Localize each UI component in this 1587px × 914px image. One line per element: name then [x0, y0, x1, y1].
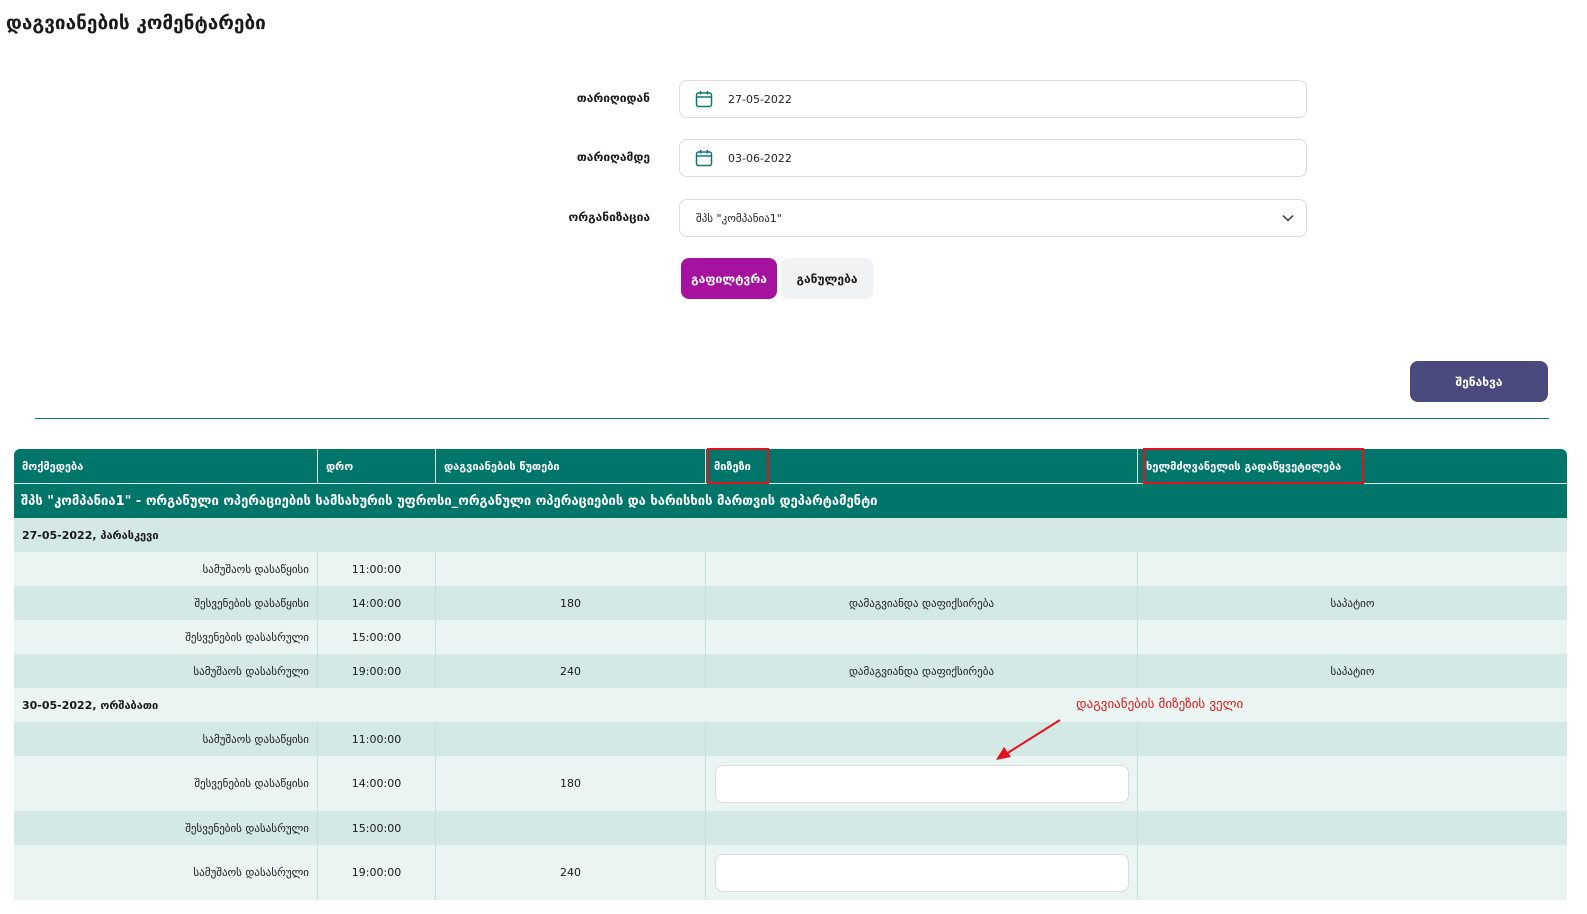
organization-header-row: შპს "კომპანია1" - ორგანული ოპერაციების ს… [14, 483, 1567, 518]
column-header-reason: მიზეზი [706, 449, 1138, 483]
comments-table: მოქმედება დრო დაგვიანების წუთები მიზეზი … [14, 449, 1567, 900]
reason-input[interactable] [714, 764, 1129, 803]
column-header-minutes: დაგვიანების წუთები [436, 449, 706, 483]
date-to-field[interactable] [679, 139, 1307, 177]
date-to-label: თარიღამდე [576, 150, 650, 164]
reason-cell [706, 845, 1138, 900]
column-header-action: მოქმედება [14, 449, 318, 483]
table-row: შესვენების დასასრული 15:00:00 [14, 811, 1567, 845]
time-cell: 15:00:00 [318, 811, 436, 845]
date-from-input[interactable] [726, 91, 1230, 107]
organization-select[interactable]: შპს "კომპანია1" [679, 199, 1307, 237]
decision-cell: საპატიო [1330, 596, 1375, 610]
organization-selected-value: შპს "კომპანია1" [696, 211, 782, 225]
table-row: სამუშაოს დასაწყისი 11:00:00 [14, 552, 1567, 586]
table-row: სამუშაოს დასასრული 19:00:00 240 [14, 845, 1567, 900]
date-group-row: 30-05-2022, ორშაბათი [14, 688, 1567, 722]
highlight-box-reason [707, 448, 769, 484]
minutes-cell: 240 [436, 845, 706, 900]
decision-cell [1138, 620, 1567, 654]
decision-cell: საპატიო [1330, 664, 1375, 678]
table-row: სამუშაოს დასასრული 19:00:00 240 დამაგვია… [14, 654, 1567, 688]
time-cell: 14:00:00 [318, 586, 436, 620]
calendar-icon[interactable] [694, 89, 714, 109]
table-row: შესვენების დასაწყისი 14:00:00 180 დამაგვ… [14, 586, 1567, 620]
date-to-input[interactable] [726, 150, 1230, 166]
decision-cell [1138, 552, 1567, 586]
action-cell: სამუშაოს დასაწყისი [14, 722, 318, 756]
minutes-cell [436, 552, 706, 586]
reason-cell [706, 811, 1138, 845]
decision-cell [1138, 811, 1567, 845]
reason-input[interactable] [714, 853, 1129, 892]
time-cell: 19:00:00 [318, 845, 436, 900]
time-cell: 19:00:00 [318, 654, 436, 688]
divider [35, 418, 1549, 419]
decision-cell [1138, 722, 1567, 756]
chevron-down-icon [1282, 212, 1294, 224]
action-cell: სამუშაოს დასასრული [14, 845, 318, 900]
time-cell: 14:00:00 [318, 756, 436, 811]
minutes-cell: 180 [436, 586, 706, 620]
minutes-cell [436, 811, 706, 845]
date-from-field[interactable] [679, 80, 1307, 118]
organization-label: ორგანიზაცია [568, 210, 650, 224]
calendar-icon[interactable] [694, 148, 714, 168]
time-cell: 11:00:00 [318, 552, 436, 586]
reason-cell: დამაგვიანდა დაფიქსირება [706, 586, 1138, 620]
filter-button[interactable]: გაფილტვრა [681, 258, 777, 299]
reason-cell [706, 552, 1138, 586]
reason-cell [706, 756, 1138, 811]
action-cell: სამუშაოს დასაწყისი [14, 552, 318, 586]
action-cell: შესვენების დასასრული [14, 620, 318, 654]
action-cell: შესვენების დასასრული [14, 811, 318, 845]
action-cell: შესვენების დასაწყისი [14, 756, 318, 811]
table-row: სამუშაოს დასაწყისი 11:00:00 [14, 722, 1567, 756]
time-cell: 11:00:00 [318, 722, 436, 756]
decision-cell [1138, 845, 1567, 900]
action-cell: შესვენების დასაწყისი [14, 586, 318, 620]
annotation-label: დაგვიანების მიზეზის ველი [1076, 697, 1244, 712]
save-button[interactable]: შენახვა [1410, 361, 1548, 402]
reset-button[interactable]: განულება [781, 258, 873, 299]
reason-cell: დამაგვიანდა დაფიქსირება [706, 654, 1138, 688]
reason-cell [706, 620, 1138, 654]
highlight-box-decision [1143, 448, 1364, 484]
minutes-cell [436, 620, 706, 654]
date-group-row: 27-05-2022, პარასკევი [14, 518, 1567, 552]
reason-cell [706, 722, 1138, 756]
arrow-icon [996, 719, 1061, 760]
action-cell: სამუშაოს დასასრული [14, 654, 318, 688]
minutes-cell [436, 722, 706, 756]
page-title: დაგვიანების კომენტარები [6, 12, 266, 34]
decision-cell [1138, 756, 1567, 811]
table-row: შესვენების დასასრული 15:00:00 [14, 620, 1567, 654]
column-header-time: დრო [318, 449, 436, 483]
time-cell: 15:00:00 [318, 620, 436, 654]
date-from-label: თარიღიდან [576, 91, 650, 105]
minutes-cell: 180 [436, 756, 706, 811]
table-row: შესვენების დასაწყისი 14:00:00 180 [14, 756, 1567, 811]
minutes-cell: 240 [436, 654, 706, 688]
